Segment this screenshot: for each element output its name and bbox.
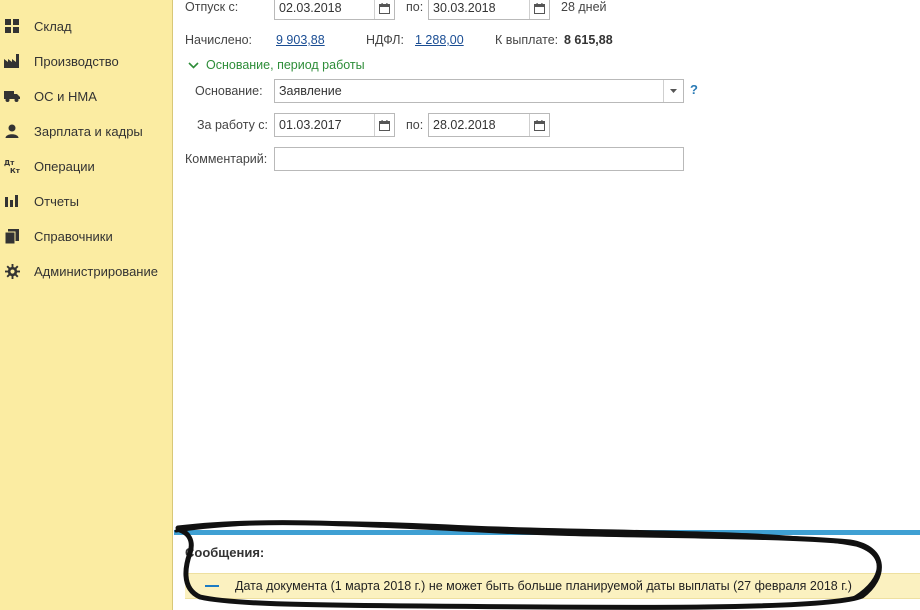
sidebar-item-label: Склад: [34, 18, 72, 34]
messages-title: Сообщения:: [185, 545, 265, 560]
work-to-value: 28.02.2018: [433, 118, 496, 132]
gear-icon: [4, 263, 20, 279]
sidebar-item-label: Производство: [34, 53, 119, 69]
sidebar-item-directories[interactable]: Справочники: [0, 221, 172, 251]
bar-chart-icon: [4, 193, 20, 209]
work-from-label: За работу с:: [197, 118, 269, 132]
work-to-field[interactable]: 28.02.2018: [428, 113, 550, 137]
tax-link[interactable]: 1 288,00: [415, 33, 464, 47]
message-item[interactable]: Дата документа (1 марта 2018 г.) не може…: [185, 573, 920, 599]
message-bullet-icon: [205, 585, 219, 587]
debit-credit-icon: Дт Кт: [4, 158, 20, 174]
calendar-icon[interactable]: [529, 114, 549, 136]
vacation-to-label: по:: [406, 0, 424, 14]
work-from-value: 01.03.2017: [279, 118, 342, 132]
sidebar-item-warehouse[interactable]: Склад: [0, 11, 172, 41]
chevron-down-icon: [188, 61, 199, 69]
sidebar-item-label: Зарплата и кадры: [34, 123, 143, 139]
work-from-field[interactable]: 01.03.2017: [274, 113, 395, 137]
message-text: Дата документа (1 марта 2018 г.) не може…: [235, 579, 852, 593]
sidebar-item-fixed-assets[interactable]: ОС и НМА: [0, 81, 172, 111]
document-form: Отпуск с: 02.03.2018 по: 30.03.2018 28 д…: [174, 0, 920, 610]
group-basis-work-period[interactable]: Основание, период работы: [188, 58, 365, 72]
sidebar-item-label: Операции: [34, 158, 95, 174]
work-to-label: по:: [406, 118, 424, 132]
vacation-to-field[interactable]: 30.03.2018: [428, 0, 550, 20]
factory-icon: [4, 53, 20, 69]
comment-field[interactable]: [274, 147, 684, 171]
group-title: Основание, период работы: [206, 58, 365, 72]
sidebar-item-salary-hr[interactable]: Зарплата и кадры: [0, 116, 172, 146]
basis-select[interactable]: Заявление: [274, 79, 684, 103]
calendar-icon[interactable]: [374, 0, 394, 19]
vacation-from-value: 02.03.2018: [279, 1, 342, 15]
svg-text:Дт: Дт: [4, 159, 15, 167]
sidebar-item-label: Администрирование: [34, 263, 158, 279]
payout-label: К выплате:: [495, 33, 559, 47]
help-icon[interactable]: ?: [690, 82, 698, 97]
basis-value: Заявление: [279, 84, 342, 98]
accrued-label: Начислено:: [185, 33, 253, 47]
vacation-from-field[interactable]: 02.03.2018: [274, 0, 395, 20]
sidebar-item-label: ОС и НМА: [34, 88, 97, 104]
dropdown-arrow-icon[interactable]: [663, 80, 683, 102]
svg-text:Кт: Кт: [10, 167, 20, 174]
basis-label: Основание:: [195, 84, 263, 98]
vacation-from-label: Отпуск с:: [185, 0, 239, 14]
vacation-days: 28 дней: [561, 0, 607, 14]
person-icon: [4, 123, 20, 139]
truck-icon: [4, 88, 20, 104]
sidebar-item-administration[interactable]: Администрирование: [0, 256, 172, 286]
sidebar-item-production[interactable]: Производство: [0, 46, 172, 76]
sidebar: Склад Производство ОС и НМА Зарплата и к…: [0, 0, 173, 610]
books-icon: [4, 228, 20, 244]
calendar-icon[interactable]: [374, 114, 394, 136]
grid-icon: [4, 18, 20, 34]
calendar-icon[interactable]: [529, 0, 549, 19]
sidebar-item-label: Справочники: [34, 228, 113, 244]
payout-value: 8 615,88: [564, 33, 613, 47]
sidebar-item-operations[interactable]: Дт Кт Операции: [0, 151, 172, 181]
tax-label: НДФЛ:: [366, 33, 404, 47]
vacation-to-value: 30.03.2018: [433, 1, 496, 15]
sidebar-item-reports[interactable]: Отчеты: [0, 186, 172, 216]
comment-label: Комментарий:: [185, 152, 268, 166]
messages-divider[interactable]: [174, 530, 920, 535]
sidebar-item-label: Отчеты: [34, 193, 79, 209]
accrued-link[interactable]: 9 903,88: [276, 33, 325, 47]
